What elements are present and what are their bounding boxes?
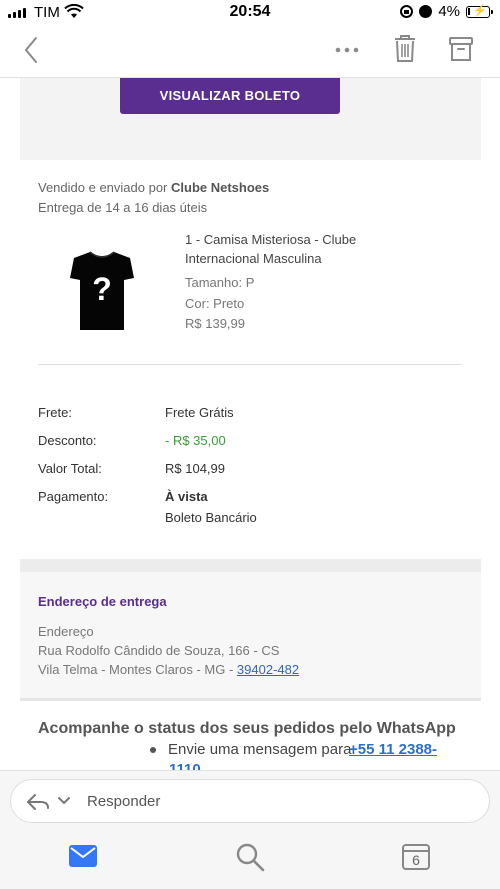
discount-label: Desconto:: [38, 433, 97, 448]
reply-bar: Responder 6: [0, 770, 500, 889]
total-value: R$ 104,99: [165, 461, 225, 476]
battery-icon: ⚡: [466, 5, 493, 18]
address-city: Vila Telma - Montes Claros - MG - 39402-…: [38, 662, 299, 677]
address-street: Rua Rodolfo Cândido de Souza, 166 - CS: [38, 643, 280, 658]
reply-field[interactable]: Responder: [10, 779, 490, 823]
product-price: R$ 139,99: [185, 316, 245, 331]
address-city-text: Vila Telma - Montes Claros - MG -: [38, 662, 237, 677]
status-bar: TIM 20:54 4% ⚡: [0, 0, 500, 26]
orientation-lock-icon: [400, 5, 414, 18]
alarm-icon: [419, 5, 433, 18]
calendar-tab-icon[interactable]: 6: [402, 842, 430, 870]
archive-icon[interactable]: [448, 34, 474, 64]
payment-method: Boleto Bancário: [165, 510, 257, 525]
mail-toolbar: [0, 26, 500, 78]
seller-name: Clube Netshoes: [171, 180, 270, 195]
address-heading: Endereço de entrega: [38, 594, 167, 609]
product-image[interactable]: ?: [68, 248, 136, 334]
product-size: Tamanho: P: [185, 275, 255, 290]
section-separator: [20, 559, 481, 572]
address-label: Endereço: [38, 624, 94, 639]
product-title[interactable]: 1 - Camisa Misteriosa - Clube Internacio…: [185, 230, 405, 268]
product-color: Cor: Preto: [185, 296, 245, 311]
whatsapp-heading: Acompanhe o status dos seus pedidos pelo…: [38, 720, 456, 737]
payment-value: À vista: [165, 489, 208, 504]
whatsapp-number-link-cont[interactable]: 1110: [169, 761, 201, 770]
shipping-value: Frete Grátis: [165, 405, 234, 420]
more-options-icon[interactable]: [334, 40, 360, 60]
whatsapp-instruction-text: Envie uma mensagem para:: [168, 741, 356, 758]
section-separator: [20, 698, 481, 701]
battery-percent: 4%: [438, 3, 460, 20]
trash-icon[interactable]: [393, 34, 417, 64]
payment-label: Pagamento:: [38, 489, 109, 504]
seller-line: Vendido e enviado por Clube Netshoes: [38, 180, 269, 195]
shipping-label: Frete:: [38, 405, 72, 420]
reply-placeholder[interactable]: Responder: [87, 793, 160, 810]
calendar-day: 6: [412, 852, 420, 868]
sold-by-prefix: Vendido e enviado por: [38, 180, 168, 195]
mail-tab-icon[interactable]: [69, 845, 97, 867]
divider: [38, 364, 461, 365]
bullet-icon: [150, 747, 156, 754]
zip-code-link[interactable]: 39402-482: [237, 662, 299, 677]
view-boleto-button[interactable]: VISUALIZAR BOLETO: [120, 78, 340, 114]
total-label: Valor Total:: [38, 461, 102, 476]
search-tab-icon[interactable]: [235, 842, 265, 872]
delivery-estimate: Entrega de 14 a 16 dias úteis: [38, 200, 208, 215]
whatsapp-instruction: Envie uma mensagem para:: [150, 741, 356, 758]
reply-icon[interactable]: [25, 792, 51, 812]
discount-value: - R$ 35,00: [165, 433, 226, 448]
back-chevron-icon[interactable]: [20, 34, 42, 66]
whatsapp-number-link[interactable]: +55 11 2388-: [349, 741, 437, 758]
svg-text:?: ?: [92, 271, 112, 307]
chevron-down-icon[interactable]: [57, 796, 71, 806]
email-body[interactable]: VISUALIZAR BOLETO Vendido e enviado por …: [0, 78, 500, 770]
